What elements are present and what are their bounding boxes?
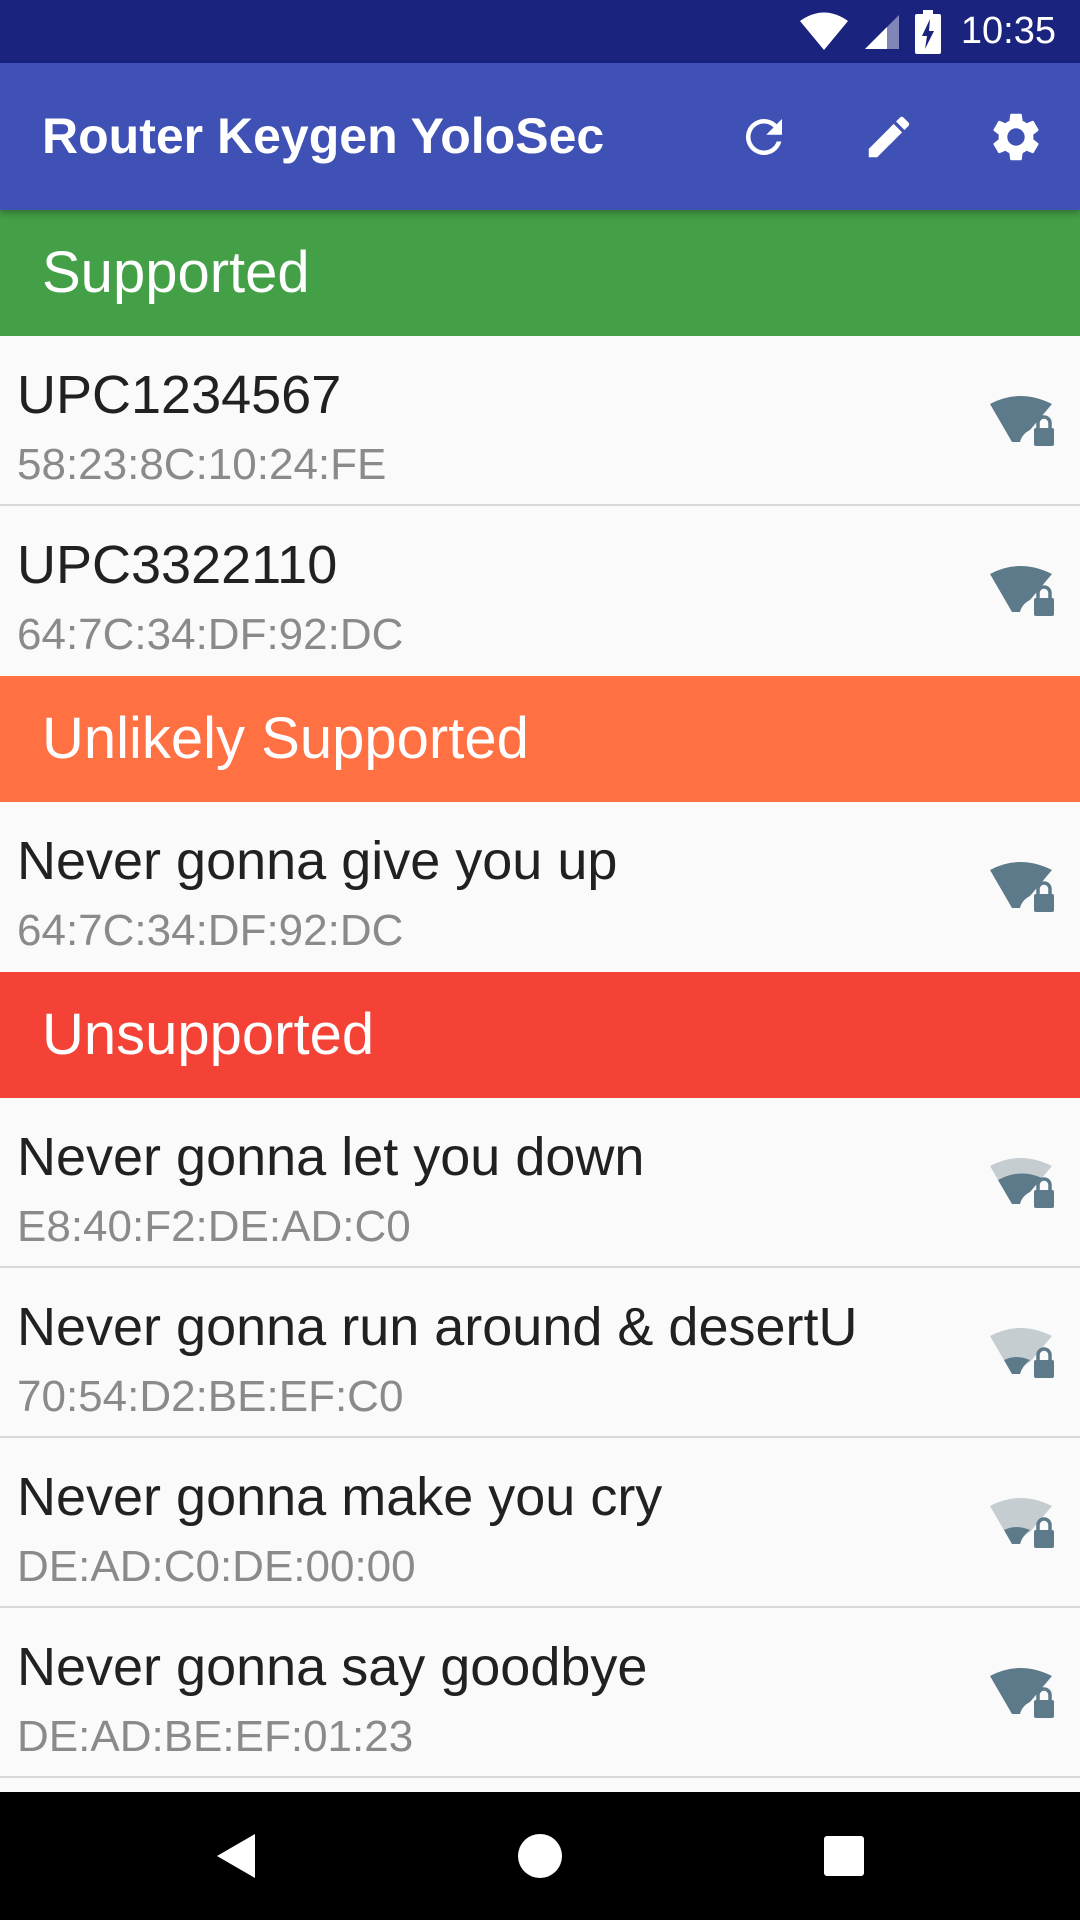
app-title: Router Keygen YoloSec: [42, 108, 605, 164]
wifi-lock-weak-icon: [990, 1498, 1054, 1548]
battery-charging-icon: [914, 9, 941, 54]
wifi-lock-medium-icon: [990, 1158, 1054, 1208]
network-ssid: Never gonna give you up: [17, 831, 618, 891]
settings-button[interactable]: [982, 103, 1050, 171]
network-bssid: 58:23:8C:10:24:FE: [17, 440, 387, 489]
network-row[interactable]: UPC3322110 64:7C:34:DF:92:DC: [0, 506, 1080, 676]
status-bar: 10:35: [0, 0, 1080, 63]
network-bssid: 64:7C:34:DF:92:DC: [17, 610, 404, 659]
network-row[interactable]: Never gonna give you up 64:7C:34:DF:92:D…: [0, 802, 1080, 972]
recents-icon: [824, 1836, 864, 1876]
network-ssid: UPC1234567: [17, 365, 342, 425]
network-row[interactable]: Never gonna run around & desertU 70:54:D…: [0, 1268, 1080, 1438]
back-icon: [217, 1834, 255, 1878]
network-ssid: Never gonna make you cry: [17, 1467, 663, 1527]
wifi-signal-icon: [799, 12, 848, 50]
network-row[interactable]: Never gonna let you down E8:40:F2:DE:AD:…: [0, 1098, 1080, 1268]
home-button[interactable]: [506, 1822, 574, 1890]
wifi-lock-strong-icon: [990, 396, 1054, 446]
network-bssid: 70:54:D2:BE:EF:C0: [17, 1372, 404, 1421]
edit-button[interactable]: [855, 103, 923, 171]
edit-pencil-icon: [868, 116, 910, 158]
section-header-supported: Supported: [0, 210, 1080, 336]
network-ssid: UPC3322110: [17, 535, 338, 595]
wifi-lock-strong-icon: [990, 1668, 1054, 1718]
cell-signal-icon: [864, 14, 899, 49]
refresh-button[interactable]: [730, 103, 798, 171]
recents-button[interactable]: [810, 1822, 878, 1890]
refresh-icon: [745, 118, 782, 155]
network-row[interactable]: Never gonna say goodbye DE:AD:BE:EF:01:2…: [0, 1608, 1080, 1778]
network-row[interactable]: Never gonna make you cry DE:AD:C0:DE:00:…: [0, 1438, 1080, 1608]
section-header-unsupported: Unsupported: [0, 972, 1080, 1098]
network-ssid: Never gonna say goodbye: [17, 1637, 648, 1697]
wifi-lock-weak-icon: [990, 1328, 1054, 1378]
network-bssid: 64:7C:34:DF:92:DC: [17, 906, 404, 955]
network-ssid: Never gonna let you down: [17, 1127, 645, 1187]
wifi-lock-strong-icon: [990, 566, 1054, 616]
navigation-bar: [0, 1792, 1080, 1920]
network-row[interactable]: UPC1234567 58:23:8C:10:24:FE: [0, 336, 1080, 506]
settings-gear-icon: [993, 113, 1039, 161]
status-time: 10:35: [960, 10, 1056, 52]
home-icon: [518, 1834, 562, 1878]
section-header-unlikely-supported: Unlikely Supported: [0, 676, 1080, 802]
network-list: Supported UPC1234567 58:23:8C:10:24:FE U…: [0, 210, 1080, 1778]
wifi-lock-strong-icon: [990, 862, 1054, 912]
network-bssid: E8:40:F2:DE:AD:C0: [17, 1202, 411, 1251]
app-bar: Router Keygen YoloSec: [0, 63, 1080, 210]
network-ssid: Never gonna run around & desertU: [17, 1297, 858, 1357]
back-button[interactable]: [203, 1822, 271, 1890]
network-bssid: DE:AD:BE:EF:01:23: [17, 1712, 414, 1761]
network-bssid: DE:AD:C0:DE:00:00: [17, 1542, 416, 1591]
